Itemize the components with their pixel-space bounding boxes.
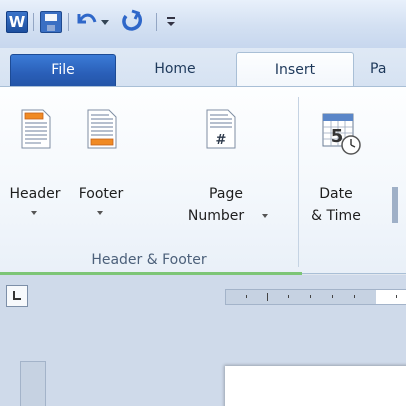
ruler-tick bbox=[332, 295, 333, 298]
next-button-edge bbox=[392, 187, 398, 223]
toolbar-separator bbox=[33, 13, 34, 31]
tab-selector-icon[interactable] bbox=[6, 285, 28, 307]
header-button-label: Header bbox=[9, 186, 61, 202]
save-icon[interactable] bbox=[40, 11, 62, 33]
chevron-down-icon bbox=[97, 211, 103, 215]
ruler-tick bbox=[288, 295, 289, 298]
page-number-button[interactable]: # Page Number bbox=[176, 95, 268, 245]
ribbon-tab-bar: File Home Insert Pa bbox=[0, 48, 406, 86]
footer-icon bbox=[87, 109, 117, 149]
page-number-label-line1: Page bbox=[209, 186, 243, 202]
group-separator bbox=[298, 97, 299, 267]
chevron-down-icon bbox=[262, 214, 268, 218]
tab-page-layout[interactable]: Pa bbox=[370, 54, 406, 86]
customize-toolbar-icon[interactable] bbox=[166, 14, 176, 28]
page-number-icon: # bbox=[206, 109, 236, 149]
ribbon-insert-panel: Header Footer # Page Number 5 Date & Tim… bbox=[0, 86, 406, 274]
date-time-label-line1: Date bbox=[319, 186, 353, 202]
document-page[interactable] bbox=[225, 366, 406, 406]
header-icon bbox=[21, 109, 51, 149]
header-button[interactable]: Header bbox=[4, 95, 66, 245]
page-number-glyph: # bbox=[216, 133, 227, 148]
footer-button[interactable]: Footer bbox=[70, 95, 132, 245]
horizontal-ruler[interactable] bbox=[225, 289, 406, 305]
word-icon[interactable]: W bbox=[6, 11, 28, 33]
date-time-label-line2: & Time bbox=[311, 208, 361, 224]
document-area bbox=[0, 275, 406, 406]
ruler-tick bbox=[354, 295, 355, 298]
page-number-label-line2: Number bbox=[187, 208, 245, 224]
toolbar-separator bbox=[156, 13, 157, 31]
date-time-button[interactable]: 5 Date & Time bbox=[304, 95, 384, 245]
toolbar-separator bbox=[68, 13, 69, 31]
ruler-tick bbox=[310, 295, 311, 298]
footer-button-label: Footer bbox=[78, 186, 124, 202]
calendar-clock-icon: 5 bbox=[322, 113, 361, 155]
tab-home[interactable]: Home bbox=[138, 54, 212, 86]
quick-access-toolbar: W bbox=[0, 0, 406, 48]
vertical-ruler[interactable] bbox=[20, 361, 46, 406]
undo-dropdown-icon[interactable] bbox=[101, 20, 109, 25]
ruler-tick bbox=[246, 295, 247, 298]
tab-file[interactable]: File bbox=[10, 54, 116, 86]
tab-insert[interactable]: Insert bbox=[236, 52, 354, 86]
undo-icon[interactable] bbox=[76, 8, 98, 34]
redo-icon[interactable] bbox=[120, 8, 144, 34]
header-footer-group-label: Header & Footer bbox=[91, 252, 207, 268]
ruler-tick bbox=[396, 295, 397, 298]
chevron-down-icon bbox=[31, 211, 37, 215]
ruler-tick bbox=[267, 293, 268, 301]
